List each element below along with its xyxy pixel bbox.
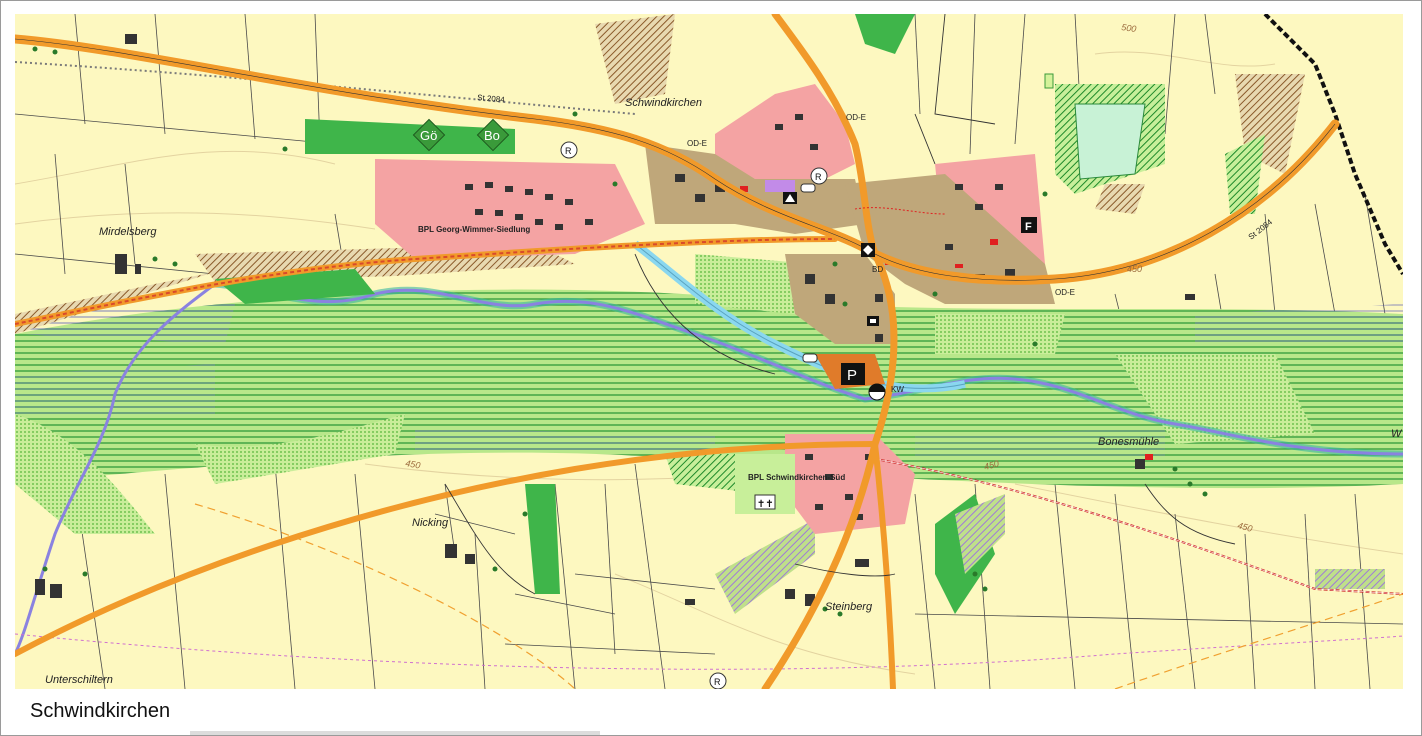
place-unterschiltern: Unterschiltern <box>45 674 113 686</box>
facility-icon <box>800 183 816 193</box>
cemetery-icon: ✝✝ <box>754 494 776 510</box>
recycling-icon[interactable]: R <box>560 141 578 159</box>
symbol-go-label: Gö <box>420 128 437 143</box>
od-label: OD-E <box>1055 288 1075 297</box>
contour-label: 500 <box>1121 22 1137 34</box>
horizontal-scrollbar[interactable] <box>190 731 600 735</box>
parking-icon[interactable]: P <box>841 363 865 385</box>
od-label: OD-E <box>687 139 707 148</box>
place-bonesmuehle: Bonesmühle <box>1098 436 1159 448</box>
road-label-st2084: St 2084 <box>477 93 506 104</box>
camping-icon <box>783 192 797 204</box>
map-canvas: Gö Bo R R R P F ✝✝ Schwindkirchen Mirdel… <box>15 14 1403 689</box>
contour-label: 450 <box>1127 264 1142 274</box>
place-nicking: Nicking <box>412 517 449 529</box>
recycling-icon-village[interactable]: R <box>810 167 828 185</box>
plan-label-north: BPL Georg-Wimmer-Siedlung <box>418 225 530 234</box>
map-frame: Gö Bo R R R P F ✝✝ Schwindkirchen Mirdel… <box>0 0 1422 736</box>
kw-label: KW <box>891 385 904 394</box>
place-schwindkirchen: Schwindkirchen <box>625 97 702 109</box>
purple-hatch-area <box>715 519 815 614</box>
recycling-label: R <box>565 146 572 156</box>
road-label-st2084-east: St 2084 <box>1247 217 1275 241</box>
svg-text:✝✝: ✝✝ <box>757 499 774 510</box>
recycling-label: R <box>714 677 721 687</box>
church-icon <box>861 243 875 257</box>
od-label: OD-E <box>846 113 866 122</box>
contour-label: 450 <box>1236 520 1253 534</box>
bd-label: BD <box>872 265 883 274</box>
place-steinberg: Steinberg <box>825 601 873 613</box>
sewage-plant-icon <box>868 383 886 401</box>
fire-station-label: F <box>1025 221 1032 233</box>
place-w: W <box>1391 428 1403 440</box>
plan-label-south: BPL Schwindkirchen-Süd <box>748 473 845 482</box>
recycling-label: R <box>815 172 822 182</box>
map-caption: Schwindkirchen <box>30 700 171 722</box>
land-use-map[interactable]: Gö Bo R R R P F ✝✝ Schwindkirchen Mirdel… <box>15 14 1403 689</box>
parking-label: P <box>847 367 857 384</box>
place-mirdelsberg: Mirdelsberg <box>99 226 157 238</box>
recycling-icon-south[interactable]: R <box>709 672 727 689</box>
facility-icon <box>802 353 818 363</box>
symbol-bo-label: Bo <box>484 128 500 143</box>
special-use-area <box>765 180 795 192</box>
school-icon <box>867 316 879 326</box>
fire-station-icon[interactable]: F <box>1021 217 1037 233</box>
residential-north <box>375 159 645 259</box>
